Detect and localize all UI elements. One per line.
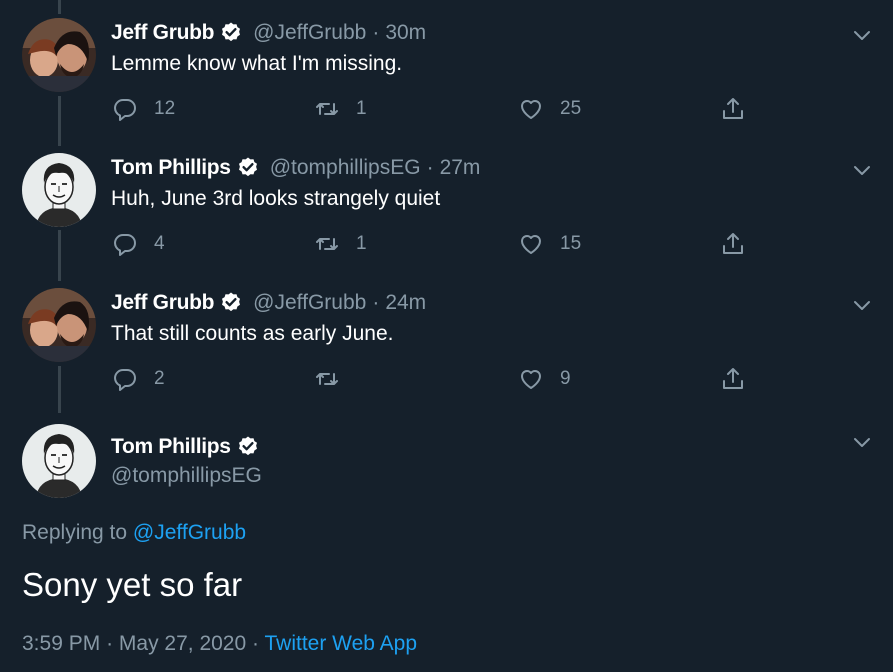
author-handle[interactable]: @JeffGrubb bbox=[253, 21, 366, 45]
retweet-button[interactable] bbox=[314, 362, 356, 396]
tweet-header: Jeff Grubb @JeffGrubb · 30m bbox=[111, 18, 426, 48]
avatar[interactable] bbox=[22, 288, 96, 362]
tweet-header: Jeff Grubb @JeffGrubb · 24m bbox=[111, 288, 426, 318]
like-count: 9 bbox=[560, 368, 571, 389]
tweet-item[interactable]: Jeff Grubb @JeffGrubb · 24m That still c… bbox=[0, 288, 893, 398]
like-count: 25 bbox=[560, 98, 582, 119]
separator-dot: · bbox=[372, 291, 380, 314]
tweet-timestamp[interactable]: 3:59 PM bbox=[22, 632, 100, 655]
tweet-text: That still counts as early June. bbox=[111, 322, 394, 345]
reply-button[interactable]: 4 bbox=[112, 227, 165, 261]
replying-to-line: Replying to @JeffGrubb bbox=[22, 521, 246, 545]
reply-count: 12 bbox=[154, 98, 176, 119]
author-handle[interactable]: @JeffGrubb bbox=[253, 291, 366, 315]
tweet-item[interactable]: Tom Phillips @tomphillipsEG · 27m Huh, J… bbox=[0, 153, 893, 263]
like-button[interactable]: 15 bbox=[518, 227, 581, 261]
chevron-down-icon[interactable] bbox=[851, 159, 873, 181]
verified-badge-icon bbox=[222, 292, 241, 312]
main-tweet-avatar[interactable] bbox=[22, 424, 96, 498]
author-name[interactable]: Jeff Grubb bbox=[111, 21, 214, 45]
main-tweet-text: Sony yet so far bbox=[22, 566, 243, 603]
heart-icon bbox=[521, 370, 541, 389]
separator-dot: · bbox=[372, 21, 380, 44]
tweet-date[interactable]: May 27, 2020 bbox=[119, 632, 246, 655]
chevron-down-icon[interactable] bbox=[851, 24, 873, 46]
tweet-item[interactable]: Jeff Grubb @JeffGrubb · 30m Lemme know w… bbox=[0, 18, 893, 128]
tweet-text: Lemme know what I'm missing. bbox=[111, 52, 403, 75]
tweet-actions: 4 1 15 bbox=[0, 227, 893, 261]
reply-icon bbox=[114, 234, 136, 256]
tweet-time[interactable]: 24m bbox=[385, 291, 426, 315]
tweet-actions: 2 9 bbox=[0, 362, 893, 396]
author-handle[interactable]: @tomphillipsEG bbox=[270, 156, 421, 180]
main-author-row: Tom Phillips bbox=[111, 432, 262, 462]
retweet-button[interactable]: 1 bbox=[314, 92, 367, 126]
avatar[interactable] bbox=[22, 153, 96, 227]
main-author-handle[interactable]: @tomphillipsEG bbox=[111, 464, 262, 488]
like-button[interactable]: 25 bbox=[518, 92, 581, 126]
retweet-icon bbox=[316, 103, 338, 115]
separator-dot: · bbox=[426, 156, 434, 179]
share-icon bbox=[723, 98, 743, 119]
retweet-icon bbox=[316, 373, 338, 385]
main-author-name[interactable]: Tom Phillips bbox=[111, 435, 231, 459]
separator-dot: · bbox=[106, 632, 114, 655]
verified-badge-icon bbox=[222, 22, 241, 42]
chevron-down-icon[interactable] bbox=[851, 294, 873, 316]
reply-count: 4 bbox=[154, 233, 165, 254]
share-button[interactable] bbox=[720, 362, 746, 396]
main-tweet-header: Tom Phillips @tomphillipsEG bbox=[111, 432, 262, 488]
tweet-actions: 12 1 25 bbox=[0, 92, 893, 126]
like-button[interactable]: 9 bbox=[518, 362, 571, 396]
author-name[interactable]: Tom Phillips bbox=[111, 156, 231, 180]
reply-button[interactable]: 2 bbox=[112, 362, 165, 396]
reply-icon bbox=[114, 99, 136, 121]
chevron-down-icon[interactable] bbox=[851, 431, 873, 453]
tweet-time[interactable]: 27m bbox=[440, 156, 481, 180]
avatar[interactable] bbox=[22, 18, 96, 92]
share-button[interactable] bbox=[720, 92, 746, 126]
share-icon bbox=[723, 233, 743, 254]
retweet-button[interactable]: 1 bbox=[314, 227, 367, 261]
tweet-text: Huh, June 3rd looks strangely quiet bbox=[111, 187, 441, 210]
tweet-source-link[interactable]: Twitter Web App bbox=[264, 632, 417, 655]
heart-icon bbox=[521, 235, 541, 254]
verified-badge-icon bbox=[238, 436, 257, 456]
replying-prefix: Replying to bbox=[22, 521, 128, 544]
tweet-header: Tom Phillips @tomphillipsEG · 27m bbox=[111, 153, 480, 183]
main-tweet-meta: 3:59 PM · May 27, 2020 · Twitter Web App bbox=[22, 632, 417, 656]
verified-badge-icon bbox=[238, 157, 257, 177]
heart-icon bbox=[521, 100, 541, 119]
tweet-thread-page: Jeff Grubb @JeffGrubb · 30m Lemme know w… bbox=[0, 0, 893, 672]
tweet-time[interactable]: 30m bbox=[385, 21, 426, 45]
share-button[interactable] bbox=[720, 227, 746, 261]
retweet-count: 1 bbox=[356, 98, 367, 119]
share-icon bbox=[723, 368, 743, 389]
reply-count: 2 bbox=[154, 368, 165, 389]
retweet-icon bbox=[316, 238, 338, 250]
reply-icon bbox=[114, 369, 136, 391]
replying-mention-link[interactable]: @JeffGrubb bbox=[133, 521, 246, 544]
separator-dot: · bbox=[252, 632, 260, 655]
thread-line bbox=[58, 0, 61, 14]
retweet-count: 1 bbox=[356, 233, 367, 254]
reply-button[interactable]: 12 bbox=[112, 92, 175, 126]
author-name[interactable]: Jeff Grubb bbox=[111, 291, 214, 315]
like-count: 15 bbox=[560, 233, 582, 254]
